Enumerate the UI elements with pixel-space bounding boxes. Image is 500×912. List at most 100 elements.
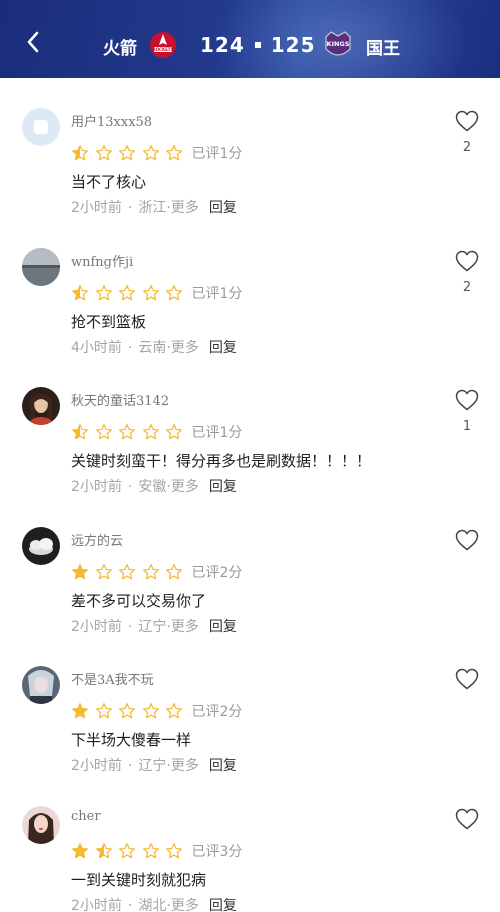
comment-time: 2小时前 xyxy=(71,479,122,495)
back-arrow-icon[interactable] xyxy=(22,30,46,54)
meta-separator: · xyxy=(127,758,133,774)
score-display: 124 125 xyxy=(200,33,316,57)
avatar[interactable] xyxy=(22,666,60,704)
star-empty-icon xyxy=(166,842,182,858)
star-empty-icon xyxy=(119,563,135,579)
star-empty-icon xyxy=(166,145,182,161)
username[interactable]: 远方的云 xyxy=(71,530,123,549)
rating-stars: 已评1分 xyxy=(71,422,242,442)
meta-separator: · xyxy=(127,897,133,912)
team-right-name: 国王 xyxy=(366,39,400,59)
comment-meta: 2小时前 · 辽宁·更多 回复 xyxy=(71,755,237,775)
rating-label: 已评3分 xyxy=(191,843,243,860)
more-button[interactable]: 更多 xyxy=(171,898,199,912)
star-empty-icon xyxy=(142,703,159,719)
score-separator xyxy=(254,41,261,48)
comment-location: 湖北· xyxy=(138,897,171,912)
heart-icon[interactable] xyxy=(455,110,479,132)
rating-label: 已评2分 xyxy=(191,704,243,720)
star-empty-icon xyxy=(142,145,159,161)
rating-label: 已评1分 xyxy=(191,285,243,302)
more-button[interactable]: 更多 xyxy=(171,340,199,356)
rating-stars: 已评1分 xyxy=(71,283,242,303)
like-count: 1 xyxy=(462,419,472,434)
meta-separator: · xyxy=(127,618,133,635)
star-empty-icon xyxy=(95,563,112,579)
star-half-icon xyxy=(72,145,88,161)
star-empty-icon xyxy=(119,842,135,858)
rating-stars: 已评2分 xyxy=(71,701,242,721)
heart-icon[interactable] xyxy=(455,668,479,690)
woman-avatar-image xyxy=(22,805,60,844)
username[interactable]: 用户13xxx58 xyxy=(71,111,152,130)
like-count: 2 xyxy=(462,140,472,155)
comment-text: 当不了核心 xyxy=(71,173,147,191)
avatar[interactable] xyxy=(22,247,60,286)
reply-button[interactable]: 回复 xyxy=(209,898,237,912)
reply-button[interactable]: 回复 xyxy=(209,340,237,356)
avatar[interactable] xyxy=(22,526,60,565)
comment-text: 下半场大傻春一样 xyxy=(71,731,192,749)
comment-meta: 4小时前 · 云南·更多 回复 xyxy=(71,337,237,357)
more-button[interactable]: 更多 xyxy=(171,619,199,635)
star-empty-icon xyxy=(119,703,135,719)
rating-label: 已评1分 xyxy=(191,425,243,441)
username[interactable]: 秋天的童话3142 xyxy=(71,390,169,409)
svg-text:KINGS: KINGS xyxy=(327,40,350,48)
heart-icon[interactable] xyxy=(455,250,479,272)
star-filled-icon xyxy=(72,563,88,579)
comment-item: cher 已评3分 一到关键时刻就犯病 2小时前 · 湖北·更多 回复 xyxy=(0,776,500,912)
avatar[interactable] xyxy=(22,805,60,844)
reply-button[interactable]: 回复 xyxy=(209,758,237,774)
star-empty-icon xyxy=(166,703,182,719)
game-header: 火箭 ROCKETS 124 125 KINGS 国王 xyxy=(0,0,500,78)
comment-text: 关键时刻蛮干！得分再多也是刷数据！！！！ xyxy=(71,452,372,470)
comment-location: 辽宁· xyxy=(138,618,171,635)
star-empty-icon xyxy=(142,563,159,579)
more-button[interactable]: 更多 xyxy=(171,200,199,216)
star-empty-icon xyxy=(166,424,182,440)
comment-text: 差不多可以交易你了 xyxy=(71,591,207,610)
rating-stars: 已评3分 xyxy=(71,841,242,861)
reply-button[interactable]: 回复 xyxy=(209,200,237,216)
heart-icon[interactable] xyxy=(455,808,479,830)
username[interactable]: wnfng作ji xyxy=(71,251,133,270)
star-empty-icon xyxy=(166,563,182,579)
username[interactable]: 不是3A我不玩 xyxy=(71,669,154,688)
avatar[interactable] xyxy=(22,108,60,146)
girl-avatar-image xyxy=(22,387,60,425)
reply-button[interactable]: 回复 xyxy=(209,479,237,495)
lake-avatar-image xyxy=(22,247,60,286)
comment-meta: 2小时前 · 安徽·更多 回复 xyxy=(71,476,237,496)
rating-label: 已评1分 xyxy=(191,146,243,162)
avatar[interactable] xyxy=(22,387,60,425)
meta-separator: · xyxy=(127,479,133,495)
star-empty-icon xyxy=(95,145,112,161)
comment-meta: 2小时前 · 湖北·更多 回复 xyxy=(71,895,237,912)
score-left: 124 xyxy=(200,33,245,57)
heart-icon[interactable] xyxy=(455,389,479,411)
reply-button[interactable]: 回复 xyxy=(209,619,237,635)
comment-time: 2小时前 xyxy=(71,200,122,216)
more-button[interactable]: 更多 xyxy=(171,479,199,495)
score-right: 125 xyxy=(270,33,316,57)
comment-time: 2小时前 xyxy=(71,897,122,912)
star-empty-icon xyxy=(119,145,135,161)
meta-separator: · xyxy=(127,200,133,216)
more-button[interactable]: 更多 xyxy=(171,758,199,774)
default-avatar-image xyxy=(22,108,60,146)
comment-meta: 2小时前 · 辽宁·更多 回复 xyxy=(71,616,237,636)
team-left-name: 火箭 xyxy=(103,39,137,59)
star-empty-icon xyxy=(95,703,112,719)
username[interactable]: cher xyxy=(71,809,101,824)
kings-logo-icon: KINGS xyxy=(325,31,351,56)
rockets-logo-icon: ROCKETS xyxy=(150,32,176,58)
star-empty-icon xyxy=(142,424,159,440)
heart-icon[interactable] xyxy=(455,529,479,551)
svg-text:ROCKETS: ROCKETS xyxy=(153,47,174,52)
comment-text: 一到关键时刻就犯病 xyxy=(71,870,207,889)
comment-text: 抢不到篮板 xyxy=(71,312,147,331)
comment-location: 安徽· xyxy=(138,479,171,495)
star-empty-icon xyxy=(95,284,112,300)
comment-location: 浙江· xyxy=(138,200,171,216)
